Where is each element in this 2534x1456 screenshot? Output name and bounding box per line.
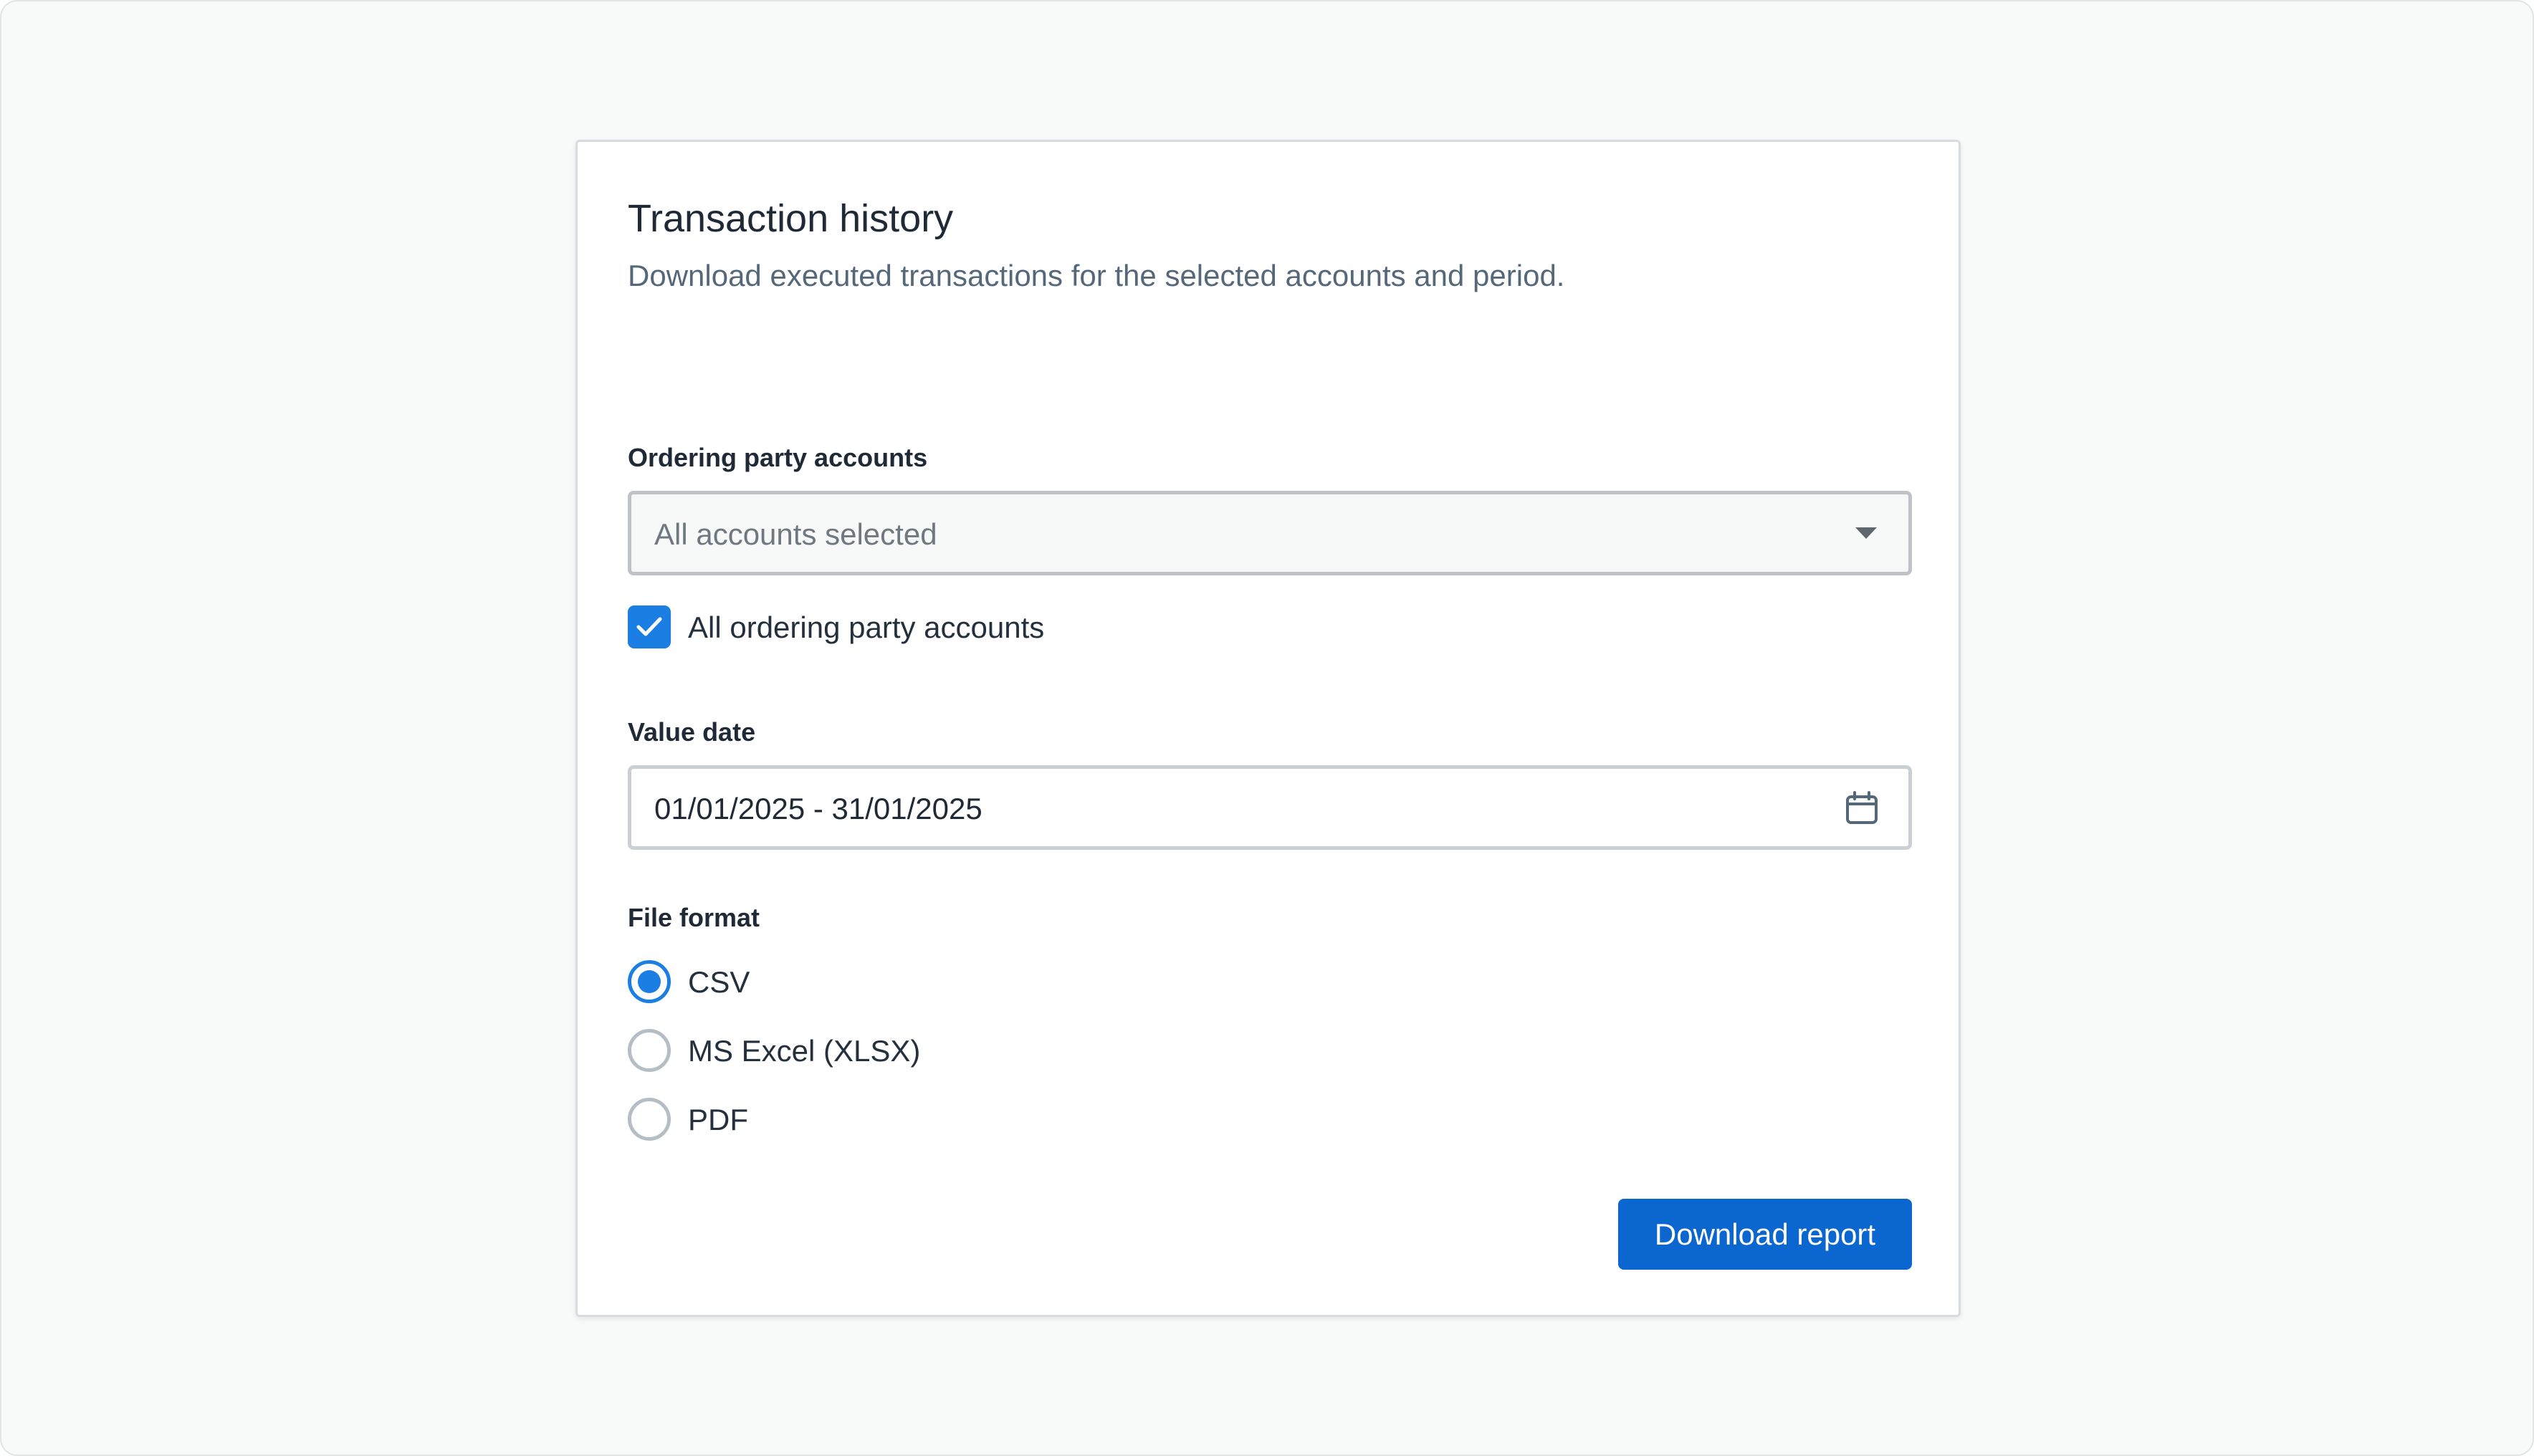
value-date-input[interactable]: 01/01/2025 - 31/01/2025 [628, 765, 1912, 850]
calendar-icon[interactable] [1844, 790, 1880, 826]
file-format-label: File format [628, 903, 760, 932]
value-date-value: 01/01/2025 - 31/01/2025 [654, 792, 982, 825]
accounts-select[interactable]: All accounts selected [628, 491, 1912, 575]
check-icon [636, 617, 662, 636]
accounts-label: Ordering party accounts [628, 443, 928, 472]
all-accounts-checkbox[interactable] [628, 605, 671, 648]
file-format-option-label: MS Excel (XLSX) [688, 1034, 921, 1068]
page-frame: Transaction history Download executed tr… [0, 0, 2534, 1456]
radio-xlsx[interactable] [628, 1029, 671, 1072]
file-format-option-label: CSV [688, 965, 750, 999]
page-title: Transaction history [628, 197, 954, 240]
page-subtitle: Download executed transactions for the s… [628, 259, 1565, 292]
accounts-select-value: All accounts selected [654, 517, 937, 551]
file-format-option-label: PDF [688, 1103, 748, 1136]
caret-down-icon [1855, 527, 1877, 539]
value-date-label: Value date [628, 717, 756, 747]
radio-csv[interactable] [628, 960, 671, 1003]
radio-pdf[interactable] [628, 1098, 671, 1141]
all-accounts-checkbox-label: All ordering party accounts [688, 610, 1045, 644]
transaction-history-card: Transaction history Download executed tr… [575, 140, 1961, 1317]
download-report-button[interactable]: Download report [1618, 1199, 1912, 1270]
